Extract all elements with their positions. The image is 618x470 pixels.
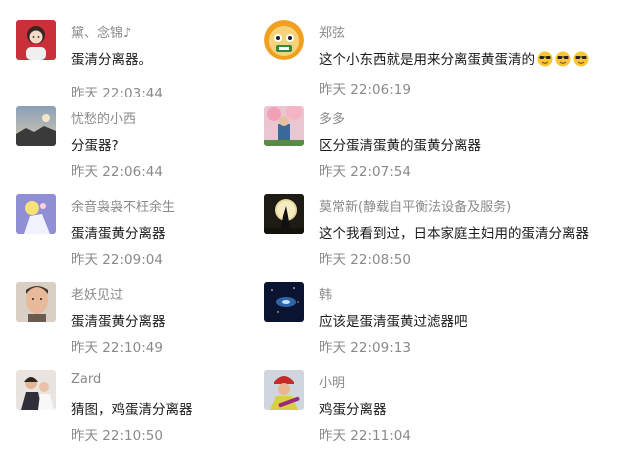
comment-time: 昨天 22:09:04	[71, 252, 163, 268]
comment-text: 这个小东西就是用来分离蛋黄蛋清的	[319, 48, 589, 68]
comment-author[interactable]: Zard	[71, 372, 101, 387]
comment-author[interactable]: 黛、念锦♪	[71, 22, 131, 41]
avatar[interactable]	[16, 194, 56, 234]
comment-time: 昨天 22:11:04	[319, 428, 411, 444]
comment-item: 莫常新(静载自平衡法设备及服务) 这个我看到过，日本家庭主妇用的蛋清分离器 昨天…	[264, 194, 618, 282]
comment-text: 区分蛋清蛋黄的蛋黄分离器	[319, 138, 481, 154]
comment-text: 蛋清蛋黄分离器	[71, 226, 166, 242]
sunglasses-face-icon	[573, 51, 589, 67]
comment-author[interactable]: 余音袅袅不枉余生	[71, 196, 175, 215]
avatar[interactable]	[16, 282, 56, 322]
comment-item: 韩 应该是蛋清蛋黄过滤器吧 昨天 22:09:13	[264, 282, 618, 370]
comment-time: 昨天 22:06:44	[71, 164, 163, 180]
comment-time: 昨天 22:08:50	[319, 252, 411, 268]
comment-time: 昨天 22:03:44	[71, 86, 163, 97]
comment-text: 猜图，鸡蛋清分离器	[71, 402, 193, 418]
comment-author[interactable]: 莫常新(静载自平衡法设备及服务)	[319, 196, 511, 215]
comment-author[interactable]: 老妖见过	[71, 284, 123, 303]
comment-time: 昨天 22:06:19	[319, 82, 411, 98]
avatar[interactable]	[264, 282, 304, 322]
comment-text-body: 这个小东西就是用来分离蛋黄蛋清的	[319, 52, 535, 68]
comment-time: 昨天 22:09:13	[319, 340, 411, 356]
comment-time: 昨天 22:07:54	[319, 164, 411, 180]
comment-time: 昨天 22:10:50	[71, 428, 163, 444]
avatar[interactable]	[264, 106, 304, 146]
comment-text: 蛋清分离器。	[71, 52, 152, 68]
avatar[interactable]	[264, 20, 304, 60]
sunglasses-face-icon	[537, 51, 553, 67]
comment-text: 应该是蛋清蛋黄过滤器吧	[319, 314, 468, 330]
comment-author[interactable]: 忧愁的小西	[71, 108, 136, 127]
comment-item: 小明 鸡蛋分离器 昨天 22:11:04	[264, 370, 618, 458]
comment-text: 鸡蛋分离器	[319, 402, 387, 418]
comment-author[interactable]: 小明	[319, 372, 345, 391]
avatar[interactable]	[16, 20, 56, 60]
comment-author[interactable]: 郑弦	[319, 22, 345, 41]
avatar[interactable]	[16, 370, 56, 410]
avatar[interactable]	[264, 370, 304, 410]
comment-item: 郑弦 这个小东西就是用来分离蛋黄蛋清的 昨天 22:06:19	[264, 20, 618, 108]
comment-item: 多多 区分蛋清蛋黄的蛋黄分离器 昨天 22:07:54	[264, 106, 618, 194]
comment-author[interactable]: 韩	[319, 284, 332, 303]
comment-text: 这个我看到过，日本家庭主妇用的蛋清分离器	[319, 226, 589, 242]
comment-time: 昨天 22:10:49	[71, 340, 163, 356]
avatar[interactable]	[264, 194, 304, 234]
comment-text: 分蛋器?	[71, 138, 119, 154]
comment-author[interactable]: 多多	[319, 108, 345, 127]
comment-text: 蛋清蛋黄分离器	[71, 314, 166, 330]
sunglasses-face-icon	[555, 51, 571, 67]
avatar[interactable]	[16, 106, 56, 146]
comment-list: 黛、念锦♪ 蛋清分离器。 昨天 22:03:44 忧愁的小西 分蛋器? 昨天 2…	[0, 0, 618, 470]
